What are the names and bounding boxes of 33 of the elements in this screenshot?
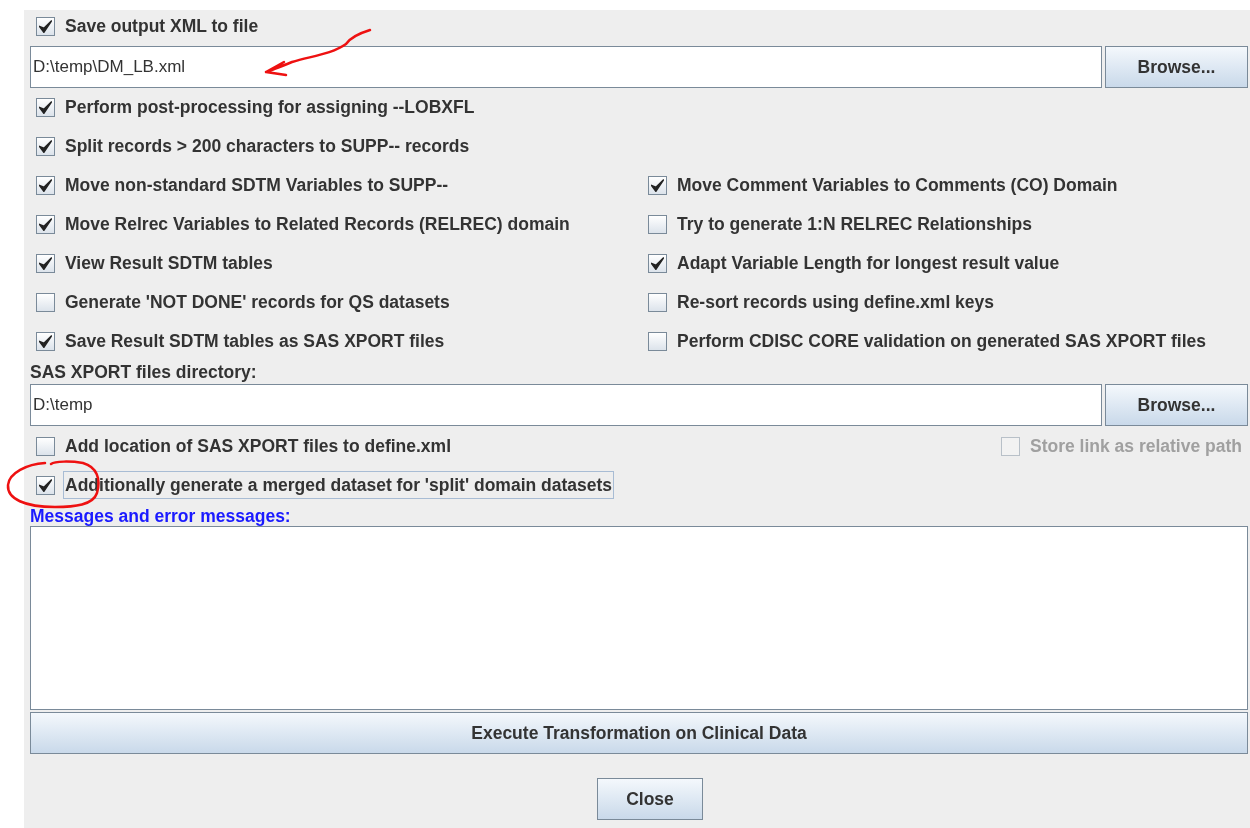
checkbox-label: Move Comment Variables to Comments (CO) Domain xyxy=(676,173,1119,197)
check-icon xyxy=(651,256,664,270)
checkbox-label: Save output XML to file xyxy=(64,14,260,38)
checkbox-label: Move Relrec Variables to Related Records (RELREC) domain xyxy=(64,212,571,236)
check-icon xyxy=(39,100,52,114)
checkbox-label: Re-sort records using define.xml keys xyxy=(676,290,996,314)
check-icon xyxy=(39,334,52,348)
browse-button[interactable]: Browse... xyxy=(1105,46,1248,88)
checkbox-label: Generate 'NOT DONE' records for QS datasets xyxy=(64,290,451,314)
check-icon xyxy=(39,139,52,153)
browse-button[interactable]: Browse... xyxy=(1105,384,1248,426)
checkbox-label: Perform CDISC CORE validation on generated SAS XPORT files xyxy=(676,329,1207,353)
checkbox-label: Try to generate 1:N RELREC Relationships xyxy=(676,212,1033,236)
checkbox-label: Split records > 200 characters to SUPP-- records xyxy=(64,134,471,158)
check-icon xyxy=(39,19,52,33)
checkbox-label: Move non-standard SDTM Variables to SUPP-- xyxy=(64,173,450,197)
execute-button[interactable]: Execute Transformation on Clinical Data xyxy=(30,712,1248,754)
messages-label: Messages and error messages: xyxy=(30,506,291,526)
check-icon xyxy=(39,217,52,231)
check-icon xyxy=(39,478,52,492)
checkbox-label: Store link as relative path xyxy=(1028,434,1243,458)
section-label: SAS XPORT files directory: xyxy=(30,362,257,382)
checkbox-label: Perform post-processing for assigning --LOBXFL xyxy=(64,95,476,119)
path-field[interactable]: D:\temp xyxy=(30,384,1102,426)
check-icon xyxy=(39,256,52,270)
check-icon xyxy=(39,178,52,192)
checkbox-label: View Result SDTM tables xyxy=(64,251,274,275)
check-icon xyxy=(651,178,664,192)
close-button[interactable]: Close xyxy=(597,778,703,820)
checkbox-label: Add location of SAS XPORT files to define.xml xyxy=(64,434,452,458)
checkbox-label: Adapt Variable Length for longest result value xyxy=(676,251,1061,275)
path-field[interactable]: D:\temp\DM_LB.xml xyxy=(30,46,1102,88)
checkbox-label: Save Result SDTM tables as SAS XPORT files xyxy=(64,329,446,353)
